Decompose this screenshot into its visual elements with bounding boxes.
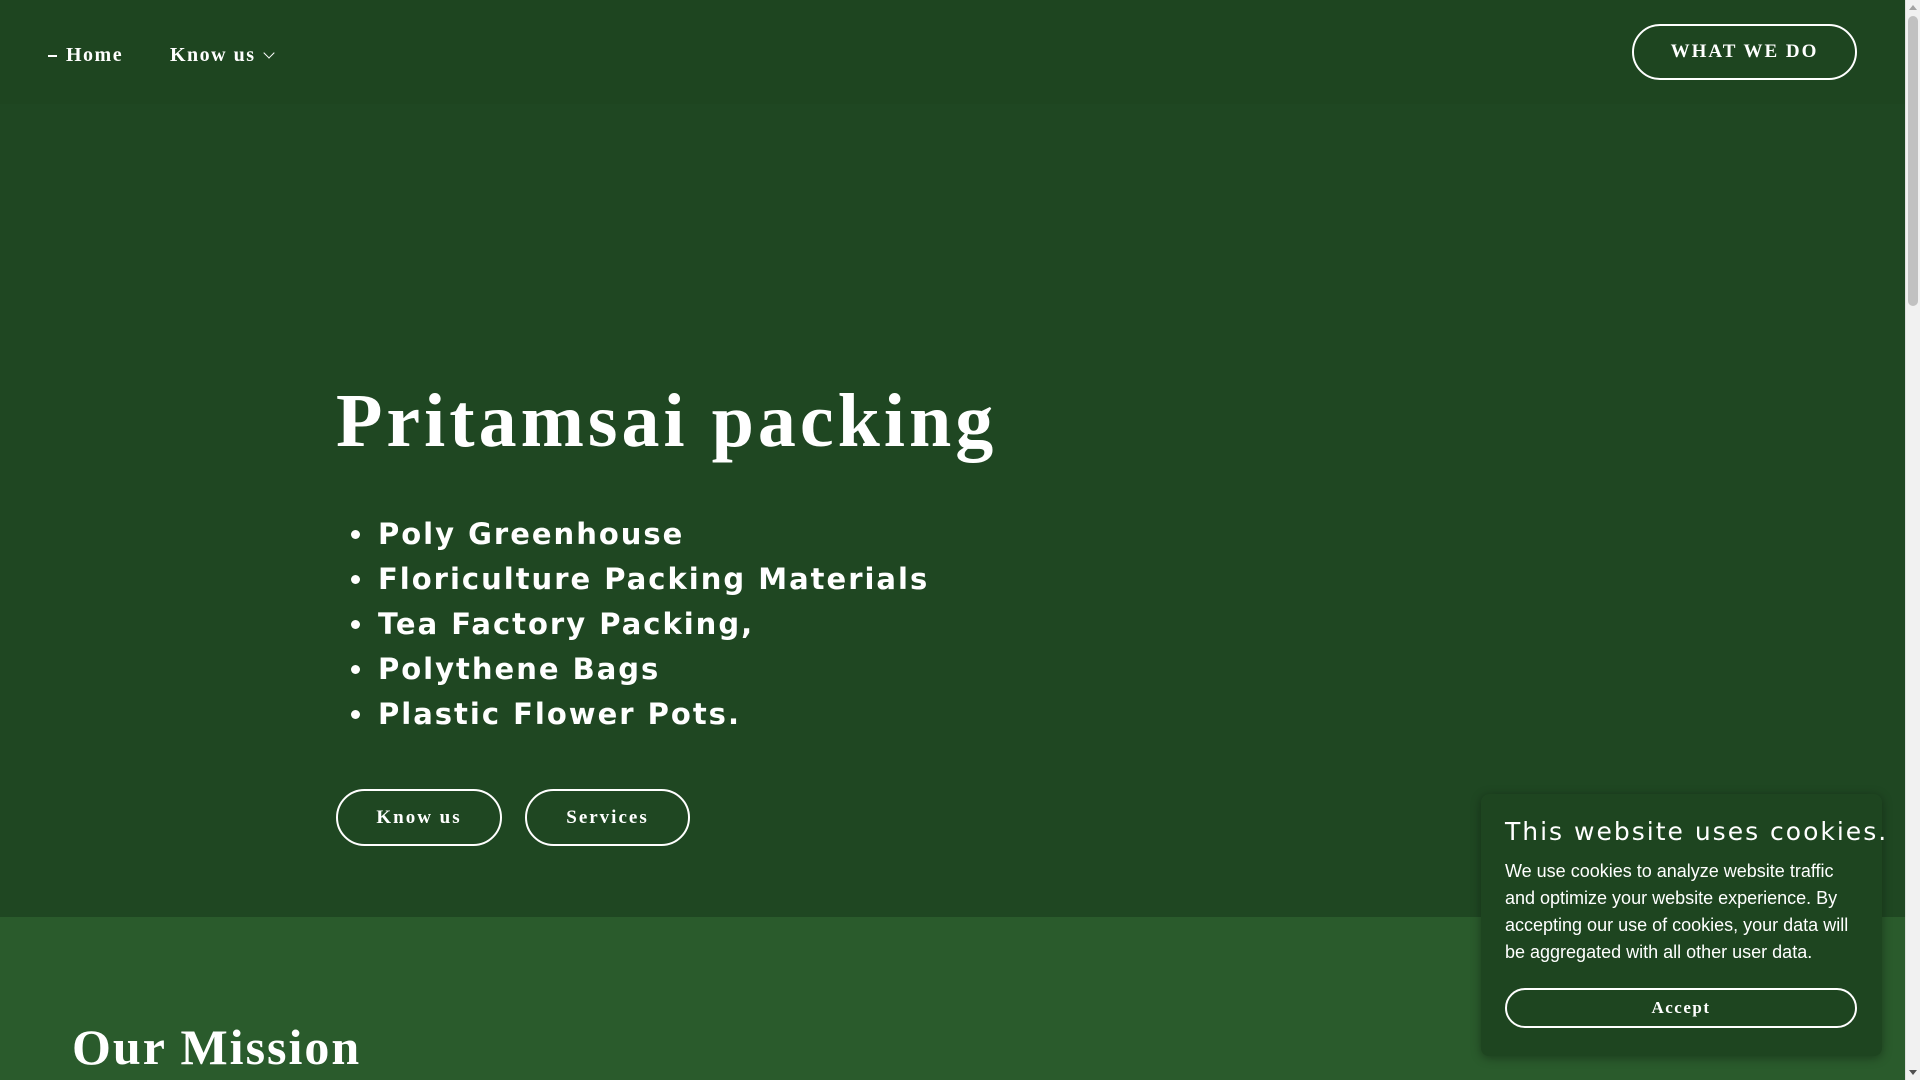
nav-know-us-label: Know us xyxy=(170,44,256,66)
list-item: Poly Greenhouse xyxy=(376,512,929,557)
services-button[interactable]: Services xyxy=(525,789,690,846)
list-item: Tea Factory Packing, xyxy=(376,602,929,647)
list-item: Floriculture Packing Materials xyxy=(376,557,929,602)
scrollbar-thumb[interactable] xyxy=(1908,16,1918,306)
cookie-banner-body: We use cookies to analyze website traffi… xyxy=(1505,861,1849,962)
cookie-banner-title: This website uses cookies. xyxy=(1505,817,1889,846)
site-header: Home Know us WHAT WE DO xyxy=(0,0,1905,104)
accept-cookies-button[interactable]: Accept xyxy=(1505,988,1857,1028)
hero-title: Pritamsai packing xyxy=(336,379,998,463)
nav-know-us-dropdown[interactable]: Know us xyxy=(170,44,275,67)
page: Home Know us WHAT WE DO Pritamsai packin… xyxy=(0,0,1905,1080)
active-dash-icon xyxy=(48,54,57,57)
chevron-down-icon xyxy=(262,47,275,59)
scroll-down-arrow-icon[interactable] xyxy=(1909,1070,1917,1075)
scroll-up-arrow-icon[interactable] xyxy=(1909,5,1917,10)
hero-product-list: Poly Greenhouse Floriculture Packing Mat… xyxy=(376,512,929,737)
what-we-do-button[interactable]: WHAT WE DO xyxy=(1632,24,1857,80)
cookie-banner: This website uses cookies. We use cookie… xyxy=(1481,794,1889,1056)
know-us-button[interactable]: Know us xyxy=(336,789,502,846)
vertical-scrollbar[interactable] xyxy=(1905,0,1920,1080)
mission-title: Our Mission xyxy=(72,1019,362,1075)
nav-home-link[interactable]: Home xyxy=(48,44,123,67)
list-item: Plastic Flower Pots. xyxy=(376,692,929,737)
list-item: Polythene Bags xyxy=(376,647,929,692)
nav-home-label: Home xyxy=(66,44,124,66)
